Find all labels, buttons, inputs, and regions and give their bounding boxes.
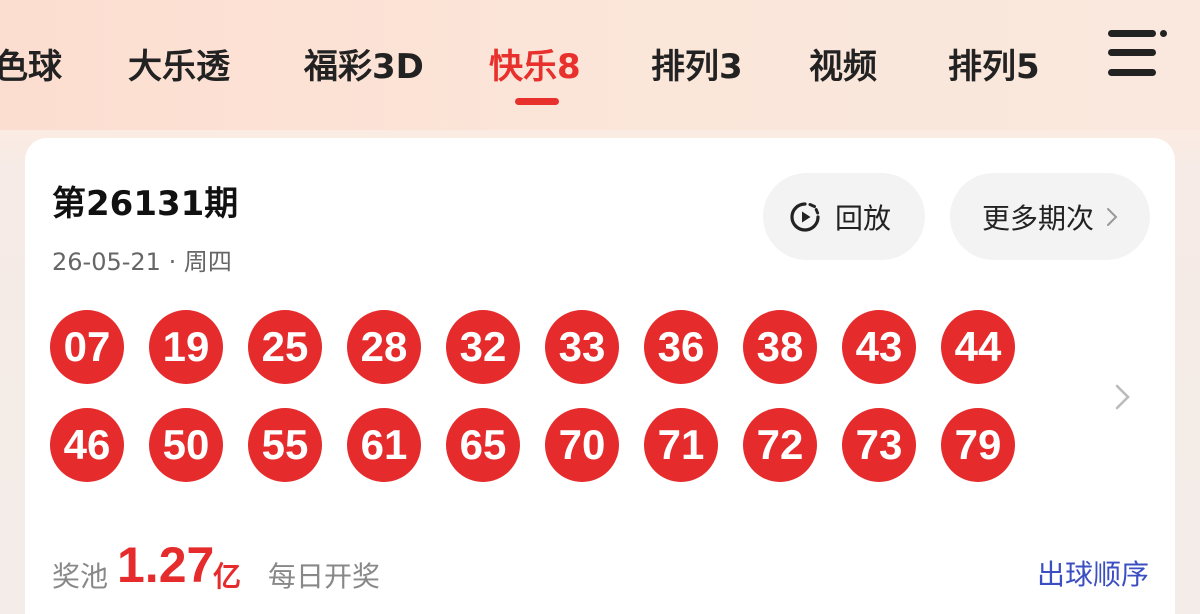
number-ball: 43 xyxy=(842,310,916,384)
number-ball: 46 xyxy=(50,408,124,482)
more-issues-button[interactable]: 更多期次 xyxy=(950,173,1150,260)
chevron-right-icon[interactable] xyxy=(1113,383,1133,411)
jackpot-unit: 亿 xyxy=(213,560,242,593)
jackpot-amount: 1.27 xyxy=(117,537,215,593)
tab-pailie5[interactable]: 排列5 xyxy=(948,40,1040,94)
draw-order-link[interactable]: 出球顺序 xyxy=(1037,553,1149,593)
lottery-tab-bar: 色球 大乐透 福彩3D 快乐8 排列3 视频 排列5 xyxy=(0,0,1200,130)
draw-date: 26-05-21 · 周四 xyxy=(52,248,232,276)
replay-label: 回放 xyxy=(835,201,892,235)
number-ball: 61 xyxy=(347,408,421,482)
chevron-right-icon xyxy=(1107,207,1118,226)
number-ball: 07 xyxy=(50,310,124,384)
number-ball: 72 xyxy=(743,408,817,482)
number-ball: 44 xyxy=(941,310,1015,384)
draw-schedule: 每日开奖 xyxy=(268,560,381,593)
draw-result-card: 第26131期 26-05-21 · 周四 回放 更多期次 07 19 25 2… xyxy=(25,138,1175,614)
tab-daletou[interactable]: 大乐透 xyxy=(128,40,230,94)
replay-button[interactable]: 回放 xyxy=(763,173,925,260)
hamburger-menu-icon[interactable] xyxy=(1108,30,1168,86)
number-ball: 71 xyxy=(644,408,718,482)
jackpot-label: 奖池 xyxy=(52,560,109,593)
tab-fucai3d[interactable]: 福彩3D xyxy=(304,40,424,94)
number-ball: 38 xyxy=(743,310,817,384)
tab-video[interactable]: 视频 xyxy=(809,40,877,94)
number-ball: 19 xyxy=(149,310,223,384)
number-ball: 25 xyxy=(248,310,322,384)
more-issues-label: 更多期次 xyxy=(982,201,1095,235)
number-ball: 55 xyxy=(248,408,322,482)
replay-icon xyxy=(790,201,820,232)
tab-ssq[interactable]: 色球 xyxy=(0,40,62,94)
number-ball: 65 xyxy=(446,408,520,482)
tab-pailie3[interactable]: 排列3 xyxy=(651,40,743,94)
number-ball: 79 xyxy=(941,408,1015,482)
number-ball: 70 xyxy=(545,408,619,482)
number-ball: 33 xyxy=(545,310,619,384)
number-ball: 73 xyxy=(842,408,916,482)
issue-number: 第26131期 xyxy=(52,184,239,224)
tab-kuaile8[interactable]: 快乐8 xyxy=(489,40,581,94)
number-ball: 50 xyxy=(149,408,223,482)
active-tab-indicator xyxy=(515,98,559,105)
number-ball: 36 xyxy=(644,310,718,384)
number-ball: 32 xyxy=(446,310,520,384)
number-ball: 28 xyxy=(347,310,421,384)
